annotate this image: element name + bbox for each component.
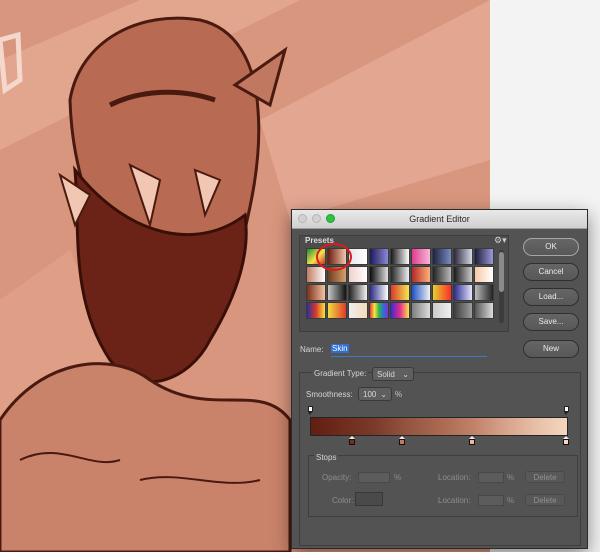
save-button[interactable]: Save... — [523, 313, 579, 331]
color-label: Color: — [332, 496, 354, 505]
preset-swatch[interactable] — [453, 248, 473, 265]
preset-swatch[interactable] — [411, 266, 431, 283]
cancel-button[interactable]: Cancel — [523, 263, 579, 281]
preset-swatch[interactable] — [327, 302, 347, 319]
stops-group — [308, 455, 578, 517]
window-title: Gradient Editor — [409, 214, 470, 224]
preset-swatch[interactable] — [306, 284, 326, 301]
preset-swatch[interactable] — [348, 302, 368, 319]
smoothness-label: Smoothness: — [306, 390, 353, 399]
preset-swatch[interactable] — [306, 302, 326, 319]
chevron-down-icon: ⌄ — [402, 370, 409, 379]
delete-color-stop-button[interactable]: Delete — [525, 494, 565, 506]
smoothness-unit: % — [395, 390, 403, 399]
gradient-type-label: Gradient Type: — [312, 369, 369, 378]
opacity-location-unit: % — [507, 473, 515, 482]
preset-swatch[interactable] — [474, 248, 494, 265]
name-label: Name: — [300, 345, 324, 354]
preset-swatch[interactable] — [348, 266, 368, 283]
preset-swatch[interactable] — [369, 266, 389, 283]
preset-swatch[interactable] — [369, 302, 389, 319]
stops-label: Stops — [314, 453, 339, 462]
color-stop[interactable] — [469, 436, 475, 446]
preset-swatch[interactable] — [369, 284, 389, 301]
color-location-unit: % — [507, 496, 515, 505]
preset-swatch[interactable] — [390, 284, 410, 301]
preset-swatch[interactable] — [411, 248, 431, 265]
preset-swatch[interactable] — [453, 302, 473, 319]
gradient-type-value: Solid — [377, 370, 395, 379]
color-location-label: Location: — [438, 496, 471, 505]
ok-button[interactable]: OK — [523, 238, 579, 256]
smoothness-value: 100 — [363, 390, 377, 399]
highlight-circle — [316, 243, 352, 271]
color-stop[interactable] — [349, 436, 355, 446]
smoothness-select[interactable]: 100 ⌄ — [358, 387, 392, 401]
opacity-stop-left[interactable] — [308, 406, 313, 416]
name-value: Skin — [331, 344, 349, 353]
new-button[interactable]: New — [523, 340, 579, 358]
preset-swatch[interactable] — [411, 302, 431, 319]
preset-swatch[interactable] — [390, 248, 410, 265]
color-swatch[interactable] — [355, 492, 383, 506]
preset-swatch[interactable] — [432, 248, 452, 265]
preset-swatch[interactable] — [390, 266, 410, 283]
preset-swatch[interactable] — [432, 302, 452, 319]
presets-scrollbar[interactable] — [499, 250, 504, 323]
preset-swatch[interactable] — [474, 266, 494, 283]
opacity-unit: % — [394, 473, 402, 482]
close-window-button[interactable] — [298, 214, 307, 223]
preset-swatch[interactable] — [411, 284, 431, 301]
color-stop[interactable] — [399, 436, 405, 446]
gear-icon[interactable]: ⚙▾ — [494, 235, 507, 246]
opacity-label: Opacity: — [322, 473, 352, 482]
chevron-down-icon: ⌄ — [380, 390, 387, 399]
preset-swatch[interactable] — [369, 248, 389, 265]
preset-swatch[interactable] — [432, 266, 452, 283]
preset-swatch[interactable] — [453, 266, 473, 283]
preset-swatch[interactable] — [348, 284, 368, 301]
opacity-location-label: Location: — [438, 473, 471, 482]
gradient-bar[interactable] — [310, 417, 568, 436]
zoom-window-button[interactable] — [326, 214, 335, 223]
minimize-window-button[interactable] — [312, 214, 321, 223]
preset-swatch[interactable] — [327, 284, 347, 301]
color-location-field[interactable] — [478, 495, 504, 506]
preset-swatch[interactable] — [474, 284, 494, 301]
opacity-location-field[interactable] — [478, 472, 504, 483]
preset-swatch[interactable] — [432, 284, 452, 301]
opacity-stop-right[interactable] — [564, 406, 569, 416]
scrollbar-thumb[interactable] — [499, 252, 504, 292]
gradient-type-select[interactable]: Solid ⌄ — [372, 367, 414, 381]
window-titlebar[interactable]: Gradient Editor — [292, 210, 587, 229]
opacity-field[interactable] — [358, 472, 390, 483]
name-field[interactable]: Skin — [331, 342, 487, 357]
preset-swatch[interactable] — [390, 302, 410, 319]
color-stop[interactable] — [563, 436, 569, 446]
preset-swatch[interactable] — [474, 302, 494, 319]
delete-opacity-stop-button[interactable]: Delete — [525, 471, 565, 483]
preset-swatch[interactable] — [453, 284, 473, 301]
load-button[interactable]: Load... — [523, 288, 579, 306]
